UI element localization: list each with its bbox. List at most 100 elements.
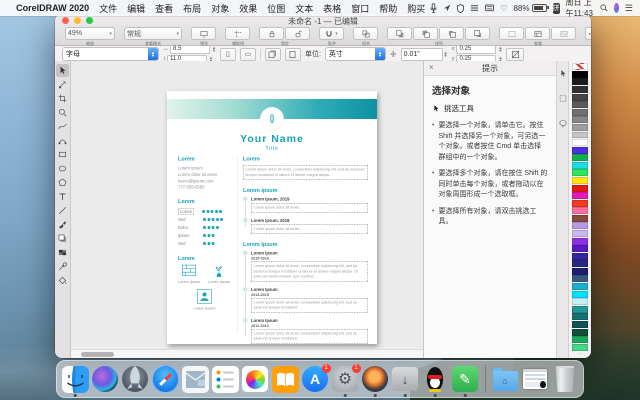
pick-tool[interactable] (56, 64, 69, 77)
color-swatch[interactable] (572, 336, 588, 343)
snap-to-dropdown[interactable]: ▾ (319, 27, 344, 40)
current-page-button[interactable] (285, 48, 301, 61)
color-swatch[interactable] (572, 86, 588, 93)
color-swatch[interactable] (572, 291, 588, 298)
color-swatch[interactable] (572, 185, 588, 192)
duplicate-x-field[interactable]: 0.25 (456, 45, 496, 54)
timeline-entry[interactable]: Lorem Ipsum2013-2015Lorem ipsum dolor si… (251, 287, 368, 313)
transform-tab-icon[interactable] (559, 90, 567, 108)
notification-center-icon[interactable]: ☰ (625, 3, 633, 14)
balloon-tab-icon[interactable] (559, 115, 567, 133)
menu-8[interactable]: 文本 (290, 2, 318, 15)
menu-9[interactable]: 表格 (318, 2, 346, 15)
dock-minimized-window-icon[interactable] (522, 366, 549, 393)
siri-icon[interactable] (614, 3, 619, 13)
color-swatch[interactable] (572, 344, 588, 351)
color-swatch[interactable] (572, 313, 588, 320)
color-swatch[interactable] (572, 329, 588, 336)
zoom-window-button[interactable] (86, 17, 93, 24)
dock-finder-icon[interactable] (62, 366, 89, 393)
all-pages-button[interactable] (265, 48, 281, 61)
brush-tool[interactable] (56, 218, 69, 231)
palette-overflow-button[interactable]: ⋯ (572, 351, 588, 357)
color-swatch[interactable] (572, 109, 588, 116)
color-swatch[interactable] (572, 177, 588, 184)
dock-coreldraw-icon[interactable] (362, 366, 389, 393)
color-swatch[interactable] (572, 207, 588, 214)
dock-photos-icon[interactable] (242, 366, 269, 393)
battery-indicator[interactable]: 88% (513, 4, 546, 13)
full-screen-preview-button[interactable] (191, 27, 216, 40)
nudge-offset-field[interactable]: 0.01" (401, 48, 443, 61)
color-swatch[interactable] (572, 253, 588, 260)
no-color-swatch[interactable] (572, 63, 588, 70)
color-swatch[interactable] (572, 215, 588, 222)
color-swatch[interactable] (572, 200, 588, 207)
summary-text-frame[interactable]: Lorem ipsum dolor sit amet, consectetur … (243, 165, 368, 180)
dock-qq-icon[interactable] (422, 366, 449, 393)
horizontal-scrollbar[interactable] (71, 349, 423, 358)
color-swatch[interactable] (572, 78, 588, 85)
timeline-entry[interactable]: Lorem Ipsum, 2019Lorem ipsum dolor sit a… (251, 197, 368, 213)
location-icon[interactable] (443, 4, 451, 12)
color-swatch[interactable] (572, 283, 588, 290)
dock-app-store-icon[interactable]: A1 (302, 366, 329, 393)
view-mode-dropdown[interactable]: 常规▾ (124, 27, 182, 40)
shape-tool[interactable] (56, 78, 69, 91)
spotlight-search-icon[interactable] (600, 4, 608, 12)
unlock-object-button[interactable] (285, 27, 310, 40)
menu-2[interactable]: 编辑 (122, 2, 150, 15)
hints-tab-icon[interactable] (559, 65, 567, 83)
guidelines-button[interactable] (225, 27, 250, 40)
dock-reminders-icon[interactable] (212, 366, 239, 393)
close-window-button[interactable] (62, 17, 69, 24)
display-icon[interactable] (470, 4, 479, 12)
color-swatch[interactable] (572, 192, 588, 199)
color-swatch[interactable] (572, 298, 588, 305)
dock-books-icon[interactable] (272, 366, 299, 393)
timeline-entry[interactable]: Lorem Ipsum, 2018Lorem ipsum dolor sit a… (251, 218, 368, 234)
menu-6[interactable]: 效果 (234, 2, 262, 15)
enhanced-view-button[interactable] (551, 27, 576, 40)
fill-tool[interactable] (56, 274, 69, 287)
text-tool[interactable] (56, 190, 69, 203)
menu-12[interactable]: 购买 (402, 2, 430, 15)
color-swatch[interactable] (572, 245, 588, 252)
color-swatch[interactable] (572, 162, 588, 169)
timeline-entry[interactable]: Lorem Ipsum2015-2019Lorem ipsum dolor si… (251, 251, 368, 282)
drawing-canvas[interactable]: Your Name Title Lorem Lorem IpsumLorem d… (71, 61, 423, 358)
dock-launchpad-icon[interactable] (122, 366, 149, 393)
color-swatch[interactable] (572, 260, 588, 267)
transparency-tool[interactable] (56, 246, 69, 259)
normal-view-button[interactable] (525, 27, 550, 40)
menu-clock[interactable]: 周日 上午11:43 (566, 0, 594, 19)
heart-icon[interactable]: ♡ (500, 4, 507, 13)
lock-object-button[interactable] (259, 27, 284, 40)
line-tool[interactable] (56, 204, 69, 217)
color-swatch[interactable] (572, 147, 588, 154)
color-swatch[interactable] (572, 268, 588, 275)
menu-app-name[interactable]: CorelDRAW 2020 (16, 3, 89, 13)
dock-safari-icon[interactable] (152, 366, 179, 393)
forward-one-button[interactable] (439, 27, 464, 40)
to-back-button[interactable] (413, 27, 438, 40)
color-swatch[interactable] (572, 101, 588, 108)
minimize-window-button[interactable] (74, 17, 81, 24)
dock-system-preferences-icon[interactable]: ⚙1 (332, 366, 359, 393)
back-one-button[interactable] (465, 27, 490, 40)
polygon-tool[interactable] (56, 176, 69, 189)
menu-4[interactable]: 布局 (178, 2, 206, 15)
menu-7[interactable]: 位图 (262, 2, 290, 15)
menu-11[interactable]: 帮助 (374, 2, 402, 15)
treat-as-filled-button[interactable] (506, 48, 524, 61)
freehand-tool[interactable] (56, 120, 69, 133)
to-front-button[interactable] (387, 27, 412, 40)
zoom-tool[interactable] (56, 106, 69, 119)
zoom-level-dropdown[interactable]: 49%▾ (65, 27, 115, 40)
dock-installer-icon[interactable]: ↓ (392, 366, 419, 393)
close-docker-button[interactable]: × (429, 63, 434, 72)
color-swatch[interactable] (572, 124, 588, 131)
color-swatch[interactable] (572, 169, 588, 176)
color-swatch[interactable] (572, 154, 588, 161)
dock-mail-icon[interactable] (182, 366, 209, 393)
